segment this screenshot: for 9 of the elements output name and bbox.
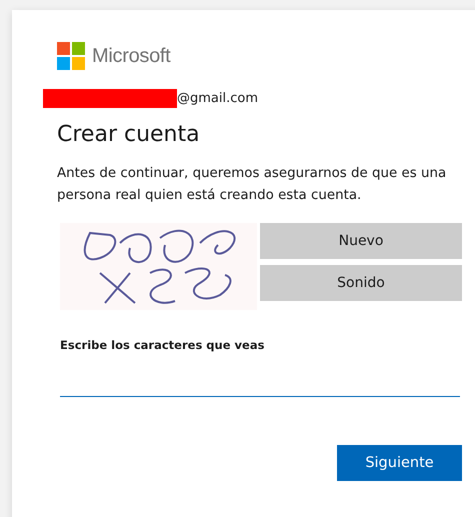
captcha-button[interactable]: Nuevo — [260, 223, 462, 259]
logo-icon — [57, 42, 85, 70]
email-address: @gmail.com — [177, 90, 258, 106]
page-title: Crear cuenta — [57, 122, 201, 147]
brand-name: Microsoft — [92, 44, 170, 68]
captcha-button[interactable]: Sonido — [260, 265, 462, 301]
field-label: Escribe los caracteres que veas — [60, 338, 266, 352]
description: Antes de continuar, queremos asegurarnos de que es una persona real quien está creando esta cuenta. — [57, 165, 448, 205]
next-button[interactable]: Siguiente — [337, 445, 462, 481]
